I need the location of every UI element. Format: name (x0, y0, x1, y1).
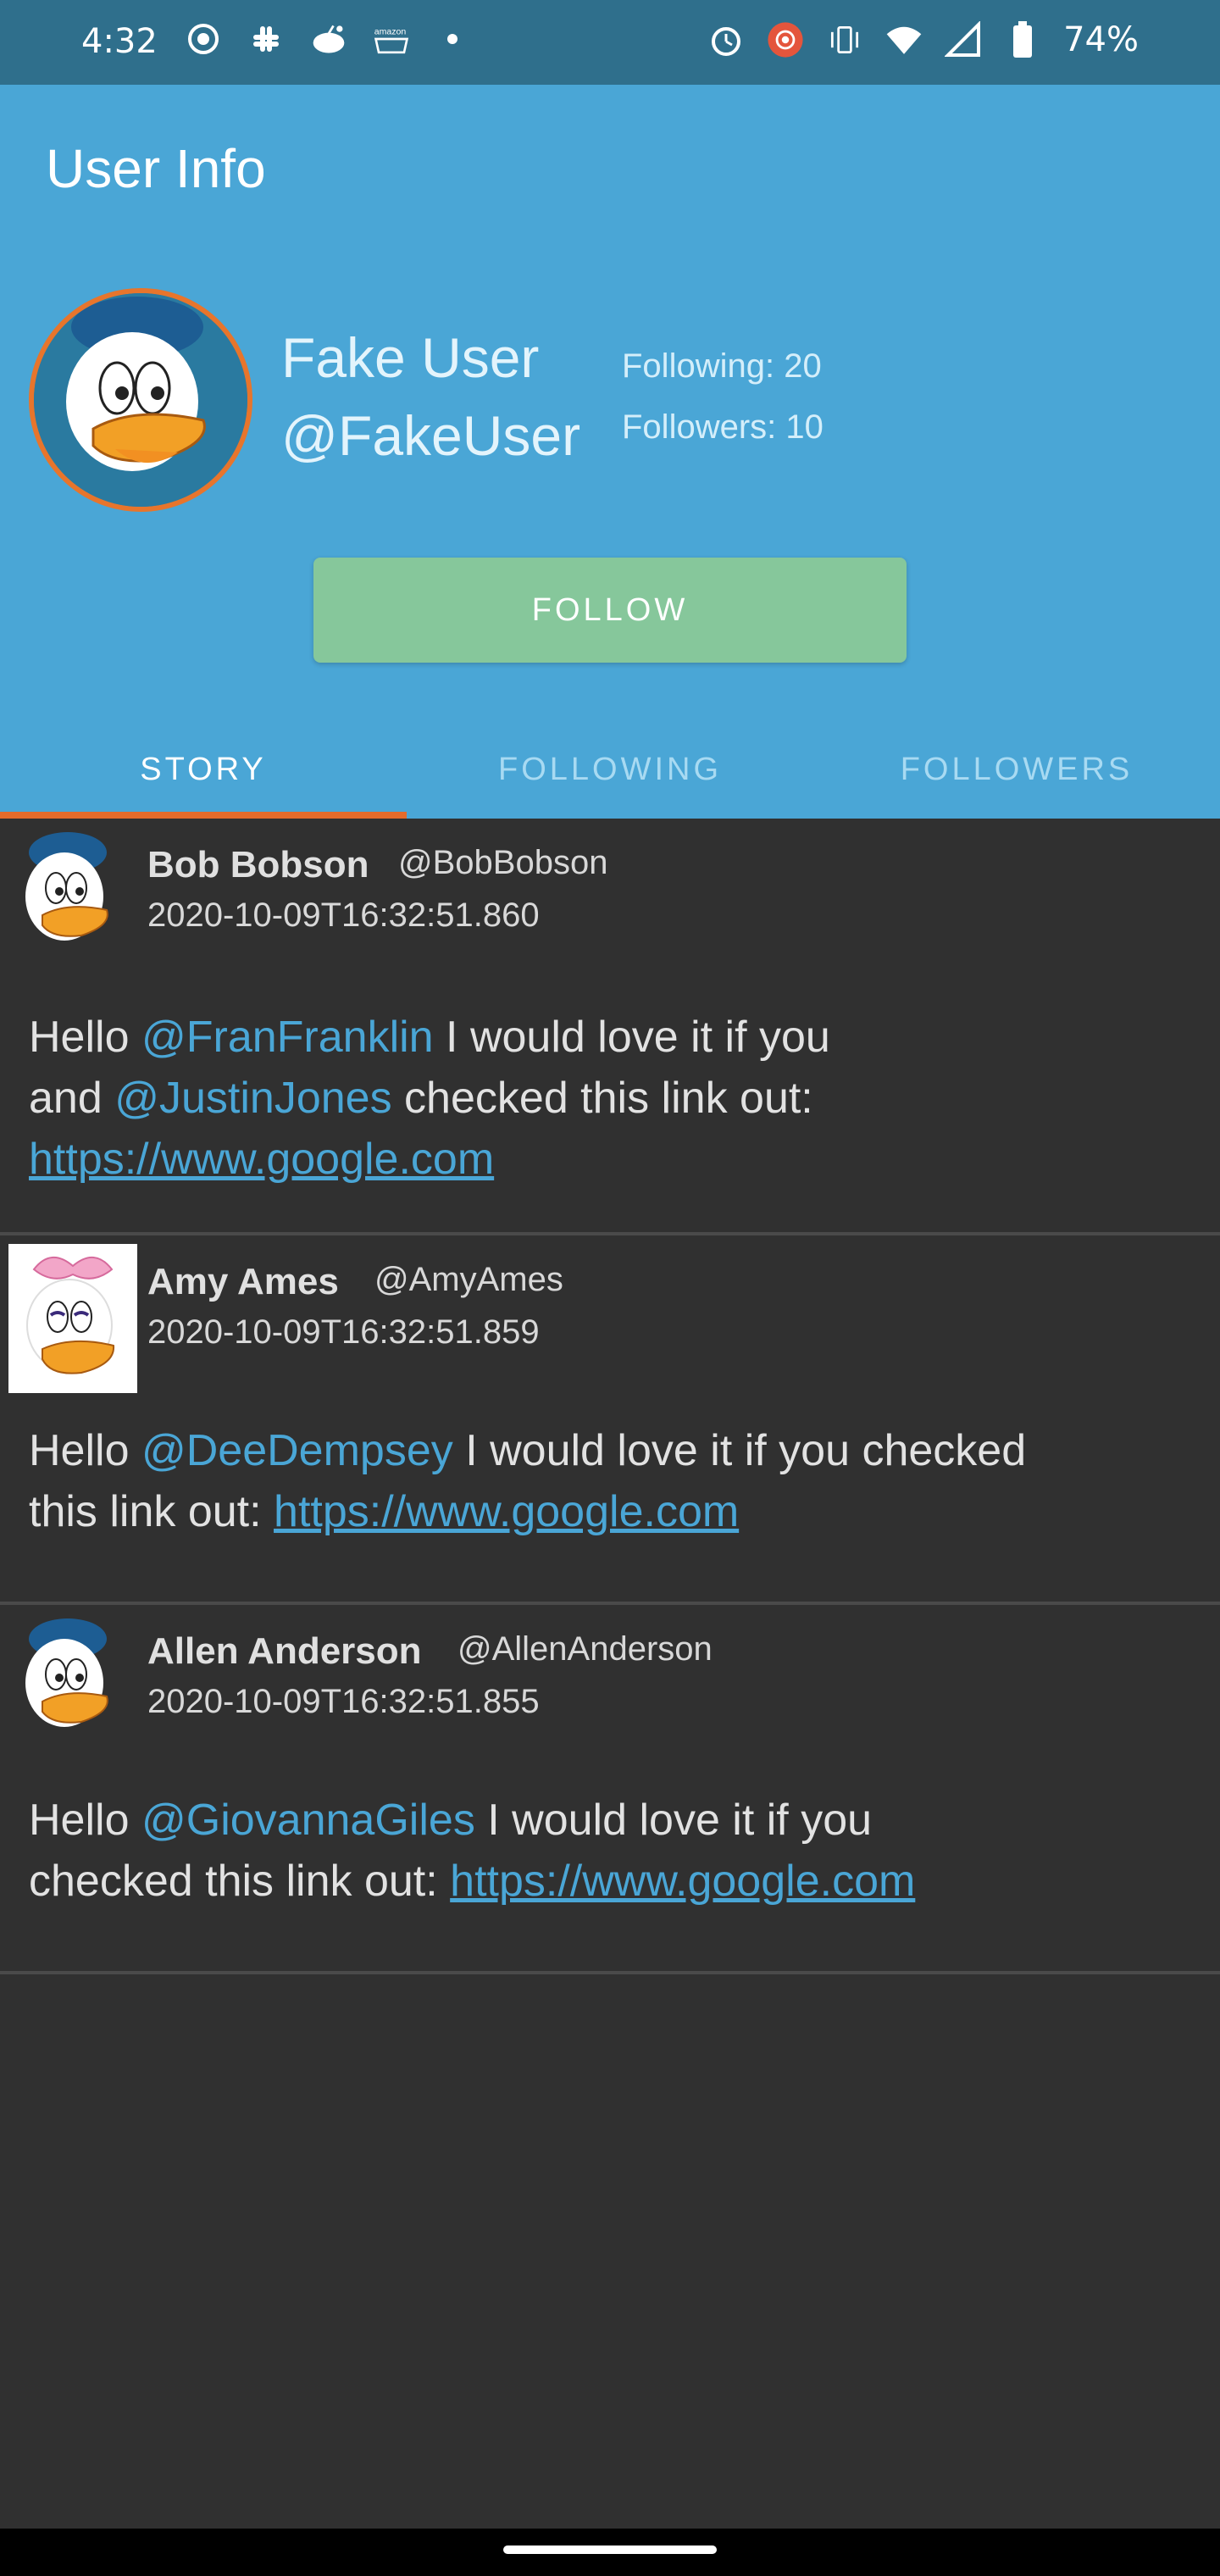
post-timestamp: 2020-10-09T16:32:51.855 (147, 1683, 540, 1720)
profile-handle: @FakeUser (281, 404, 581, 467)
post-text: and (29, 1074, 115, 1123)
mention-link[interactable]: @DeeDempsey (141, 1426, 453, 1475)
slack-icon (247, 20, 285, 58)
svg-text:amazon: amazon (374, 27, 407, 37)
tab-followers-label: FOLLOWERS (900, 751, 1134, 787)
post-text: I would love it if you (433, 1013, 830, 1062)
avatar[interactable] (12, 1613, 127, 1746)
home-gesture-handle[interactable] (503, 2545, 717, 2554)
mention-link[interactable]: @FranFranklin (141, 1013, 434, 1062)
notification-icons: amazon (185, 20, 458, 58)
post-author[interactable]: Allen Anderson (147, 1630, 422, 1673)
status-time: 4:32 (81, 22, 158, 61)
story-feed: Bob Bobson @BobBobson 2020-10-09T16:32:5… (0, 819, 1220, 1974)
avatar[interactable] (12, 827, 127, 959)
post-handle[interactable]: @AmyAmes (374, 1261, 563, 1299)
tab-following-label: FOLLOWING (497, 751, 723, 787)
tab-story[interactable]: STORY (0, 720, 407, 819)
post-author[interactable]: Amy Ames (147, 1261, 339, 1303)
post-body: Hello @FranFranklin I would love it if y… (29, 1007, 1198, 1190)
vibrate-icon (826, 21, 863, 58)
post-handle[interactable]: @AllenAnderson (458, 1630, 713, 1668)
mention-link[interactable]: @GiovannaGiles (141, 1796, 475, 1845)
tab-following[interactable]: FOLLOWING (407, 720, 813, 819)
post-text: Hello (29, 1426, 141, 1475)
profile-tabs: STORY FOLLOWING FOLLOWERS (0, 720, 1220, 819)
post-author[interactable]: Bob Bobson (147, 844, 369, 886)
mention-link[interactable]: @JustinJones (114, 1074, 391, 1123)
profile-avatar[interactable] (29, 288, 252, 512)
tab-story-label: STORY (140, 751, 267, 787)
notification-dot-icon (447, 34, 458, 44)
screen-record-icon (185, 20, 222, 58)
amazon-icon: amazon (373, 20, 410, 58)
follow-button[interactable]: FOLLOW (313, 558, 907, 663)
battery-icon (1004, 21, 1041, 58)
wifi-icon (885, 21, 923, 58)
signal-icon (945, 21, 982, 58)
tab-followers[interactable]: FOLLOWERS (813, 720, 1220, 819)
profile-name: Fake User (281, 326, 540, 389)
avatar[interactable] (8, 1244, 137, 1393)
post-text: Hello (29, 1796, 141, 1845)
followers-count: Followers: 10 (622, 408, 824, 446)
list-item[interactable]: Bob Bobson @BobBobson 2020-10-09T16:32:5… (0, 819, 1220, 1235)
post-timestamp: 2020-10-09T16:32:51.859 (147, 1313, 540, 1351)
url-link[interactable]: https://www.google.com (450, 1857, 915, 1906)
post-body: Hello @GiovannaGiles I would love it if … (29, 1790, 1198, 1912)
alarm-icon (707, 21, 745, 58)
navigation-bar (0, 2529, 1220, 2576)
profile-header: User Info Fake User @FakeUser Following:… (0, 85, 1220, 819)
list-item[interactable]: Allen Anderson @AllenAnderson 2020-10-09… (0, 1605, 1220, 1974)
recording-icon (767, 21, 804, 58)
url-link[interactable]: https://www.google.com (274, 1487, 739, 1536)
following-count: Following: 20 (622, 347, 822, 385)
status-bar: 4:32 amazon 74% (0, 0, 1220, 85)
list-item[interactable]: Amy Ames @AmyAmes 2020-10-09T16:32:51.85… (0, 1235, 1220, 1605)
post-timestamp: 2020-10-09T16:32:51.860 (147, 897, 540, 934)
page-title: User Info (46, 138, 266, 199)
tab-indicator (0, 812, 407, 819)
post-handle[interactable]: @BobBobson (398, 844, 607, 882)
battery-percent: 74% (1063, 20, 1139, 59)
post-text: checked this link out: (29, 1857, 451, 1906)
reddit-icon (310, 20, 347, 58)
post-text: I would love it if you (474, 1796, 873, 1845)
post-text: this link out: (29, 1487, 274, 1536)
system-icons: 74% (707, 20, 1139, 59)
post-text: Hello (29, 1013, 141, 1062)
post-text: I would love it if you checked (452, 1426, 1027, 1475)
post-body: Hello @DeeDempsey I would love it if you… (29, 1420, 1198, 1542)
post-text: checked this link out: (391, 1074, 813, 1123)
url-link[interactable]: https://www.google.com (29, 1135, 494, 1184)
